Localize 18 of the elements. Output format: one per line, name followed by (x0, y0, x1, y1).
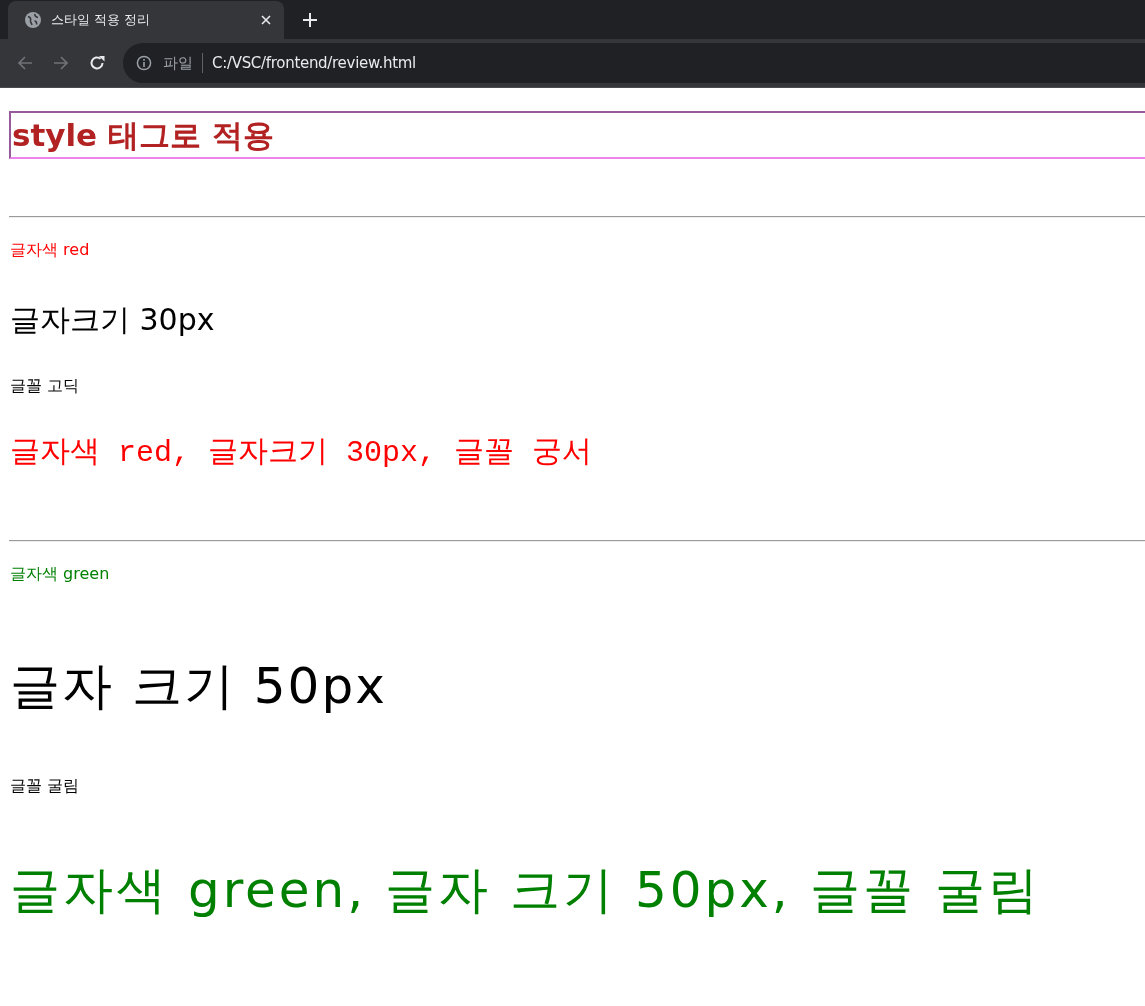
paragraph: 글자 크기 50px (9, 656, 387, 716)
paragraph: 글자색 red (9, 240, 90, 260)
page-heading: style 태그로 적용 (9, 111, 1145, 159)
address-bar[interactable]: 파일 C:/VSC/frontend/review.html (123, 43, 1145, 83)
new-tab-icon[interactable] (303, 12, 317, 27)
paragraph: 글자크기 30px (9, 302, 215, 338)
scheme-label: 파일 (163, 53, 193, 73)
url-text: C:/VSC/frontend/review.html (212, 54, 416, 72)
globe-icon (25, 12, 41, 28)
browser-tab[interactable]: 스타일 적용 정리 (8, 1, 284, 39)
reload-icon[interactable] (89, 55, 105, 71)
paragraph: 글자색 red, 글자크기 30px, 글꼴 궁서 (9, 435, 593, 471)
paragraph: 글자색 green, 글자 크기 50px, 글꼴 굴림 (9, 860, 1041, 920)
paragraph: 글꼴 굴림 (9, 776, 80, 796)
paragraph: 글자색 green (9, 564, 110, 584)
paragraph: 글꼴 고딕 (9, 376, 80, 396)
info-icon[interactable] (136, 55, 152, 71)
close-icon[interactable] (261, 15, 271, 25)
